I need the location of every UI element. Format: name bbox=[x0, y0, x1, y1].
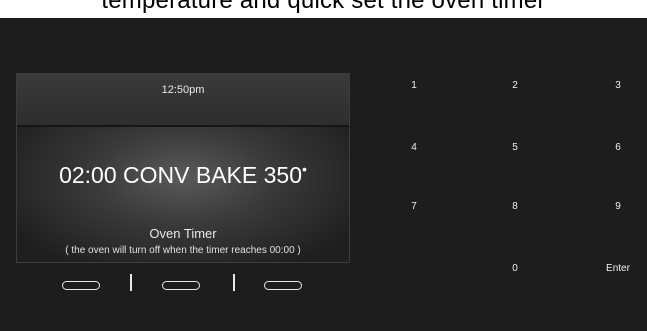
keypad-7-button[interactable]: 7 bbox=[389, 195, 439, 219]
soft-key-left-button[interactable] bbox=[62, 281, 100, 290]
keypad-4-button[interactable]: 4 bbox=[389, 136, 439, 160]
oven-control-panel: 12:50pm 02:00 CONV BAKE 350• Oven Timer … bbox=[0, 18, 647, 331]
soft-key-divider bbox=[130, 274, 132, 291]
cook-mode-label: CONV BAKE bbox=[123, 162, 258, 188]
soft-key-divider bbox=[233, 274, 235, 291]
cook-setting-line: 02:00 CONV BAKE 350• bbox=[17, 161, 349, 189]
keypad-2-button[interactable]: 2 bbox=[490, 74, 540, 98]
oven-display-screen: 12:50pm 02:00 CONV BAKE 350• Oven Timer … bbox=[16, 73, 350, 263]
clock-label: 12:50pm bbox=[161, 84, 205, 96]
keypad-0-button[interactable]: 0 bbox=[490, 257, 540, 281]
temperature-value: 350 bbox=[263, 162, 303, 188]
keypad-6-button[interactable]: 6 bbox=[593, 136, 643, 160]
soft-key-center-button[interactable] bbox=[162, 281, 200, 290]
page-header-cropped: temperature and quick set the oven timer bbox=[0, 0, 647, 18]
timer-value: 02:00 bbox=[59, 162, 117, 188]
display-status-bar: 12:50pm bbox=[17, 74, 349, 127]
mode-title: Oven Timer bbox=[149, 226, 217, 241]
keypad-8-button[interactable]: 8 bbox=[490, 195, 540, 219]
keypad-3-button[interactable]: 3 bbox=[593, 74, 643, 98]
degree-icon: • bbox=[302, 161, 307, 177]
page-header-text: temperature and quick set the oven timer bbox=[101, 0, 546, 14]
soft-key-right-button[interactable] bbox=[264, 281, 302, 290]
keypad-enter-button[interactable]: Enter bbox=[593, 257, 643, 281]
mode-note: ( the oven will turn off when the timer … bbox=[65, 245, 301, 256]
keypad-9-button[interactable]: 9 bbox=[593, 195, 643, 219]
keypad-1-button[interactable]: 1 bbox=[389, 74, 439, 98]
keypad-5-button[interactable]: 5 bbox=[490, 136, 540, 160]
